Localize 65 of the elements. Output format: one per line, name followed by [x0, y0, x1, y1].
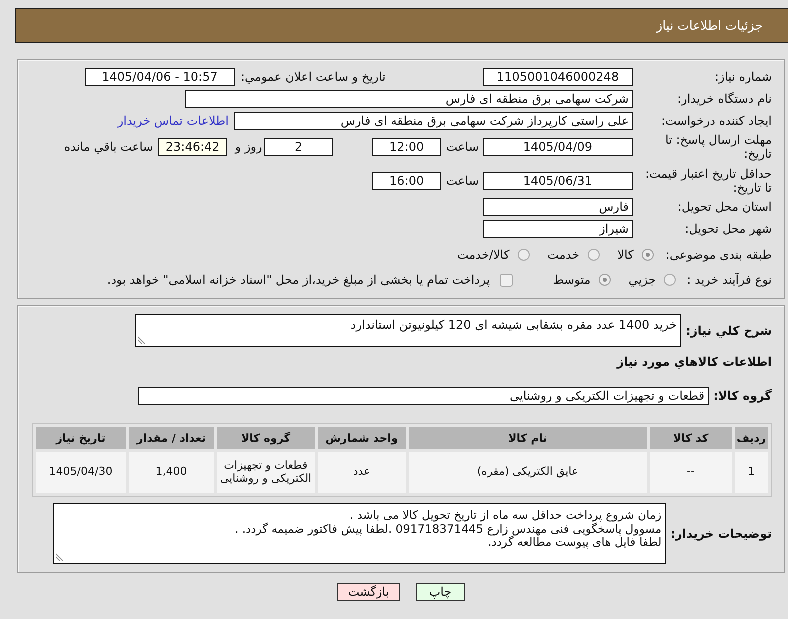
- column-header: گروه کالا: [217, 427, 315, 449]
- column-header: تعداد / مقدار: [129, 427, 214, 449]
- checkbox[interactable]: [500, 274, 514, 286]
- column-header: کد کالا: [650, 427, 732, 449]
- field-label: ساعت باقي مانده: [64, 140, 154, 154]
- column-header: نام کالا: [409, 427, 647, 449]
- column-header: تاریخ نیاز: [36, 427, 126, 449]
- print-button[interactable]: چاپ: [416, 583, 465, 601]
- field-label: استان محل تحویل:: [676, 200, 772, 214]
- deadline-date-field[interactable]: 1405/04/09: [483, 138, 633, 156]
- column-header: ردیف: [735, 427, 768, 449]
- validity-date-field[interactable]: 1405/06/31: [483, 172, 633, 190]
- goods-group-field[interactable]: قطعات و تجهیزات الکتریکی و روشنایی: [138, 387, 709, 405]
- field-label: نام دستگاه خریدار:: [676, 92, 772, 106]
- resize-grip-icon[interactable]: [56, 553, 64, 561]
- province-field[interactable]: فارس: [483, 198, 633, 216]
- field-label: شرح کلي نیاز:: [686, 324, 772, 338]
- radio-button[interactable]: [642, 249, 654, 261]
- radio-label: جزيي: [628, 273, 656, 287]
- requester-field[interactable]: علی راستی کارپرداز شرکت سهامی برق منطقه ای فارس: [234, 112, 633, 130]
- radio-button[interactable]: [588, 249, 600, 261]
- city-field[interactable]: شیراز: [483, 220, 633, 238]
- field-label: نوع فرآیند خرید :: [687, 273, 772, 287]
- days-left-field[interactable]: 2: [264, 138, 334, 156]
- radio-button[interactable]: [518, 249, 530, 261]
- table-cell: 1405/04/30: [36, 452, 126, 493]
- resize-grip-icon[interactable]: [138, 336, 146, 344]
- validity-time-field[interactable]: 16:00: [372, 172, 442, 190]
- table-cell: --: [650, 452, 732, 493]
- table-cell: قطعات و تجهیزات الکتریکی و روشنایی: [217, 452, 315, 493]
- field-label: ایجاد کننده درخواست:: [660, 114, 772, 128]
- field-label: تاریخ و ساعت اعلان عمومي:: [241, 70, 386, 84]
- section-title: اطلاعات کالاهاي مورد نیاز: [617, 355, 772, 369]
- field-label: ساعت: [446, 174, 479, 188]
- field-label: مهلت ارسال پاسخ: تا تاریخ:: [664, 133, 772, 161]
- announcement-date-field[interactable]: 1405/04/06 - 10:57: [85, 68, 235, 86]
- radio-label: کالا/خدمت: [457, 248, 510, 262]
- field-label: روز و: [235, 140, 262, 154]
- table-cell: 1,400: [129, 452, 214, 493]
- page-title: جزئیات اطلاعات نیاز: [656, 18, 763, 33]
- buyer-notes-field[interactable]: زمان شروع پرداخت حداقل سه ماه از تاریخ تحویل کالا می باشد . مسوول پاسخگویی فنی مهندس زارع 091718371445 .لطفا پیش فاکتور ضمیمه گردد. . لطفا فایل های پیوست مطالعه گردد.: [53, 503, 666, 564]
- table-cell: عدد: [318, 452, 406, 493]
- field-label: ساعت: [446, 140, 479, 154]
- field-label: حداقل تاریخ اعتبار قیمت: تا تاریخ:: [644, 167, 772, 195]
- contact-link[interactable]: اطلاعات تماس خریدار: [118, 114, 229, 128]
- column-header: واحد شمارش: [318, 427, 406, 449]
- field-label: شهر محل تحویل:: [684, 222, 772, 236]
- radio-button[interactable]: [664, 274, 676, 286]
- summary-field[interactable]: خرید 1400 عدد مقره بشقابی شیشه ای 120 کیلونیوتن استاندارد: [135, 314, 682, 347]
- buyer-org-field[interactable]: شرکت سهامی برق منطقه ای فارس: [185, 90, 633, 108]
- need-number-field[interactable]: 1105001046000248: [483, 68, 633, 86]
- radio-label: متوسط: [553, 273, 591, 287]
- radio-button[interactable]: [598, 274, 611, 286]
- table-cell: 1: [735, 452, 768, 493]
- deadline-time-field[interactable]: 12:00: [372, 138, 442, 156]
- radio-label: خدمت: [548, 248, 580, 262]
- field-label: گروه کالا:: [714, 389, 772, 403]
- radio-label: کالا: [618, 248, 634, 262]
- time-left-field[interactable]: 23:46:42: [158, 138, 228, 156]
- field-label: شماره نیاز:: [714, 70, 772, 84]
- back-button[interactable]: بازگشت: [337, 583, 400, 601]
- field-label: توضیحات خریدار:: [670, 526, 772, 540]
- table-cell: عایق الکتریکی (مقره): [409, 452, 647, 493]
- field-label: طبقه بندی موضوعی:: [666, 248, 772, 262]
- checkbox-label: پرداخت تمام یا بخشی از مبلغ خرید،از محل "اسناد خزانه اسلامی" خواهد بود.: [107, 273, 490, 287]
